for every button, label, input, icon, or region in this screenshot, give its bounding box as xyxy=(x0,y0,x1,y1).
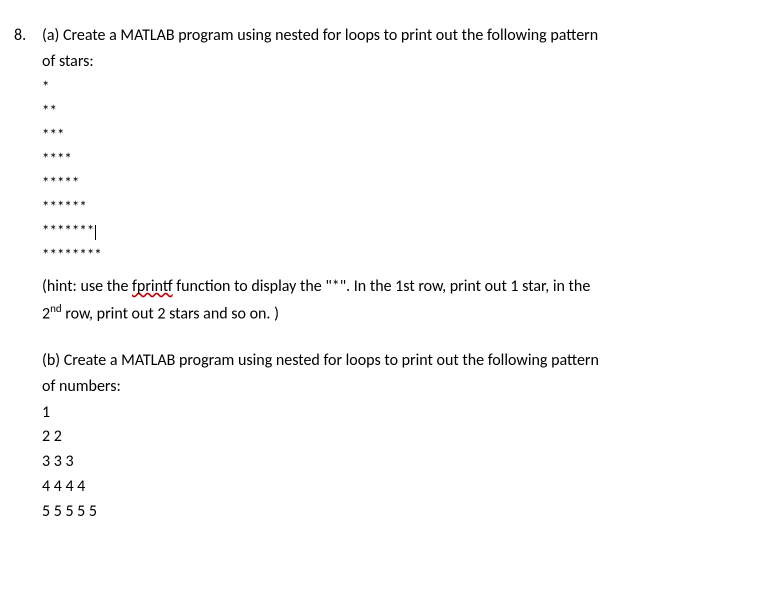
hint-mid: function to display the "*". In the 1st … xyxy=(173,277,591,296)
part-a-text-line1: (a) Create a MATLAB program using nested… xyxy=(42,24,762,48)
num-pattern-row-3: 3 3 3 xyxy=(42,450,762,475)
star-pattern-row-6: ****** xyxy=(42,196,762,220)
num-pattern-row-1: 1 xyxy=(42,401,762,426)
star-pattern-row-7: ******* xyxy=(42,220,762,244)
star-pattern-row-1: * xyxy=(42,76,762,100)
hint-spellcheck-word: fprintf xyxy=(132,277,173,296)
hint-line2-pre: 2 xyxy=(42,304,50,323)
hint-text: (hint: use the fprintf function to displ… xyxy=(42,274,762,327)
hint-line2-sup: nd xyxy=(50,302,62,315)
question-content: (a) Create a MATLAB program using nested… xyxy=(42,24,762,525)
part-b-text-line1: (b) Create a MATLAB program using nested… xyxy=(42,349,762,373)
num-pattern-row-2: 2 2 xyxy=(42,425,762,450)
hint-prefix: (hint: use the xyxy=(42,277,132,296)
star-pattern-row-5: ***** xyxy=(42,172,762,196)
part-b: (b) Create a MATLAB program using nested… xyxy=(42,349,762,525)
star-pattern-row-2: ** xyxy=(42,100,762,124)
num-pattern-row-5: 5 5 5 5 5 xyxy=(42,500,762,525)
star-pattern-row-4: **** xyxy=(42,148,762,172)
num-pattern-row-4: 4 4 4 4 xyxy=(42,475,762,500)
star-pattern-row-3: *** xyxy=(42,124,762,148)
question-8: 8. (a) Create a MATLAB program using nes… xyxy=(14,24,762,525)
part-b-text-line2: of numbers: xyxy=(42,375,762,399)
question-number: 8. xyxy=(14,24,42,48)
hint-line2-post: row, print out 2 stars and so on. ) xyxy=(62,304,279,323)
part-a-text-line2: of stars: xyxy=(42,50,762,74)
star-pattern-row-8: ******** xyxy=(42,244,762,268)
